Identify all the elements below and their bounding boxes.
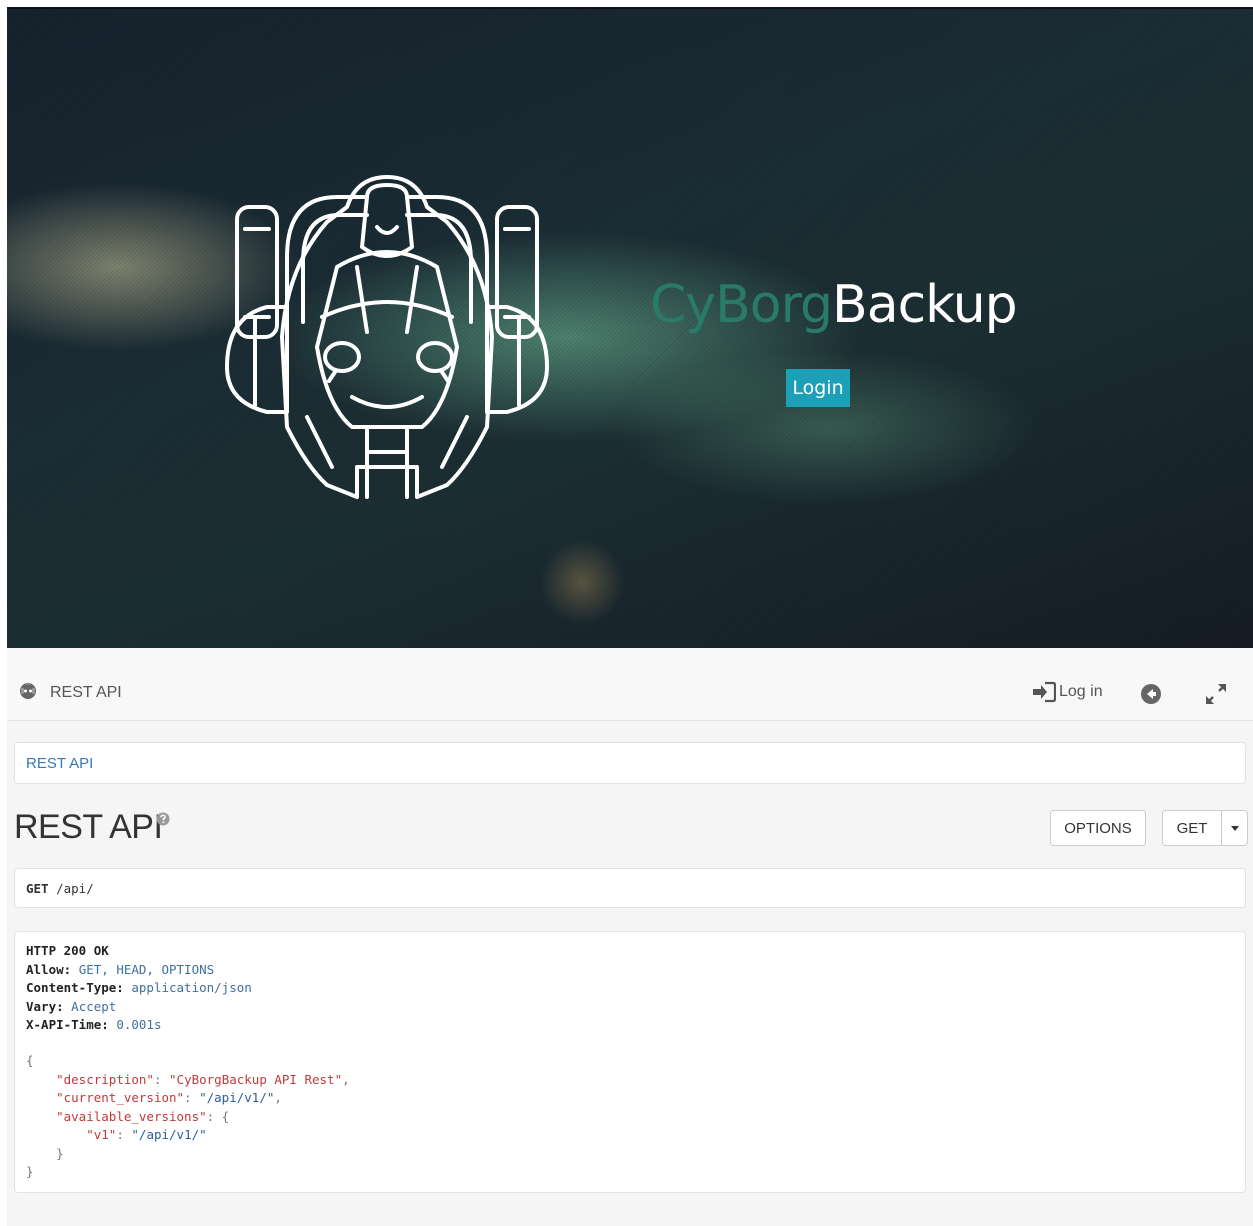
brand-title: CyBorgBackup — [650, 275, 1018, 335]
request-path: /api/ — [56, 881, 94, 896]
header-name: Vary: — [26, 998, 64, 1014]
cyborg-head-logo-icon — [225, 175, 549, 499]
json-brace: } — [26, 1164, 34, 1179]
hero-top-border — [7, 7, 1253, 9]
brand-title-cyborg: CyBorg — [650, 275, 833, 335]
brand-title-backup: Backup — [832, 275, 1018, 335]
options-button[interactable]: OPTIONS — [1050, 810, 1146, 846]
json-key: "current_version" — [56, 1090, 185, 1105]
json-key: "description" — [56, 1071, 154, 1087]
request-method: GET — [26, 881, 49, 896]
json-string-value: "CyBorgBackup API Rest" — [169, 1071, 343, 1087]
page-title: REST API — [14, 808, 163, 846]
get-button[interactable]: GET — [1162, 810, 1222, 846]
response-info: HTTP 200 OK Allow: GET, HEAD, OPTIONS Co… — [14, 931, 1246, 1193]
hero-banner: CyBorgBackup Login — [7, 7, 1253, 648]
response-body-json: { "description": "CyBorgBackup API Rest"… — [26, 1053, 350, 1179]
navbar-title[interactable]: REST API — [50, 684, 122, 702]
api-browser: REST API Log in REST API REST API OPTION… — [7, 648, 1253, 1226]
header-name: Allow: — [26, 961, 72, 977]
header-value: Accept — [71, 998, 117, 1014]
navbar-login-label: Log in — [1059, 683, 1103, 700]
question-mark-icon[interactable] — [156, 812, 170, 826]
navbar-login-link[interactable]: Log in — [1032, 681, 1103, 703]
header-value: application/json — [131, 980, 252, 995]
header-value: 0.001s — [116, 1017, 162, 1032]
sign-in-icon — [1033, 681, 1056, 703]
get-format-dropdown-toggle[interactable] — [1221, 810, 1248, 846]
expand-icon[interactable] — [1203, 681, 1229, 707]
response-status: HTTP 200 OK — [26, 943, 109, 958]
navbar: REST API Log in — [7, 648, 1253, 721]
header-name: X-API-Time: — [26, 1017, 109, 1032]
breadcrumb: REST API — [14, 742, 1246, 784]
back-icon[interactable] — [1140, 683, 1162, 705]
json-url-value[interactable]: "/api/v1/" — [131, 1127, 206, 1142]
json-url-value[interactable]: "/api/v1/" — [199, 1090, 274, 1105]
header-name: Content-Type: — [26, 980, 124, 995]
header-value: GET, HEAD, OPTIONS — [78, 961, 215, 977]
cyborg-logo-icon[interactable] — [19, 682, 37, 700]
request-info: GET /api/ — [14, 868, 1246, 908]
breadcrumb-item-rest-api[interactable]: REST API — [26, 755, 93, 772]
caret-down-icon — [1230, 825, 1239, 831]
json-brace: { — [26, 1053, 34, 1068]
hero-login-button[interactable]: Login — [786, 369, 850, 407]
json-key: "available_versions" — [56, 1108, 207, 1124]
json-key: "v1" — [86, 1127, 117, 1142]
